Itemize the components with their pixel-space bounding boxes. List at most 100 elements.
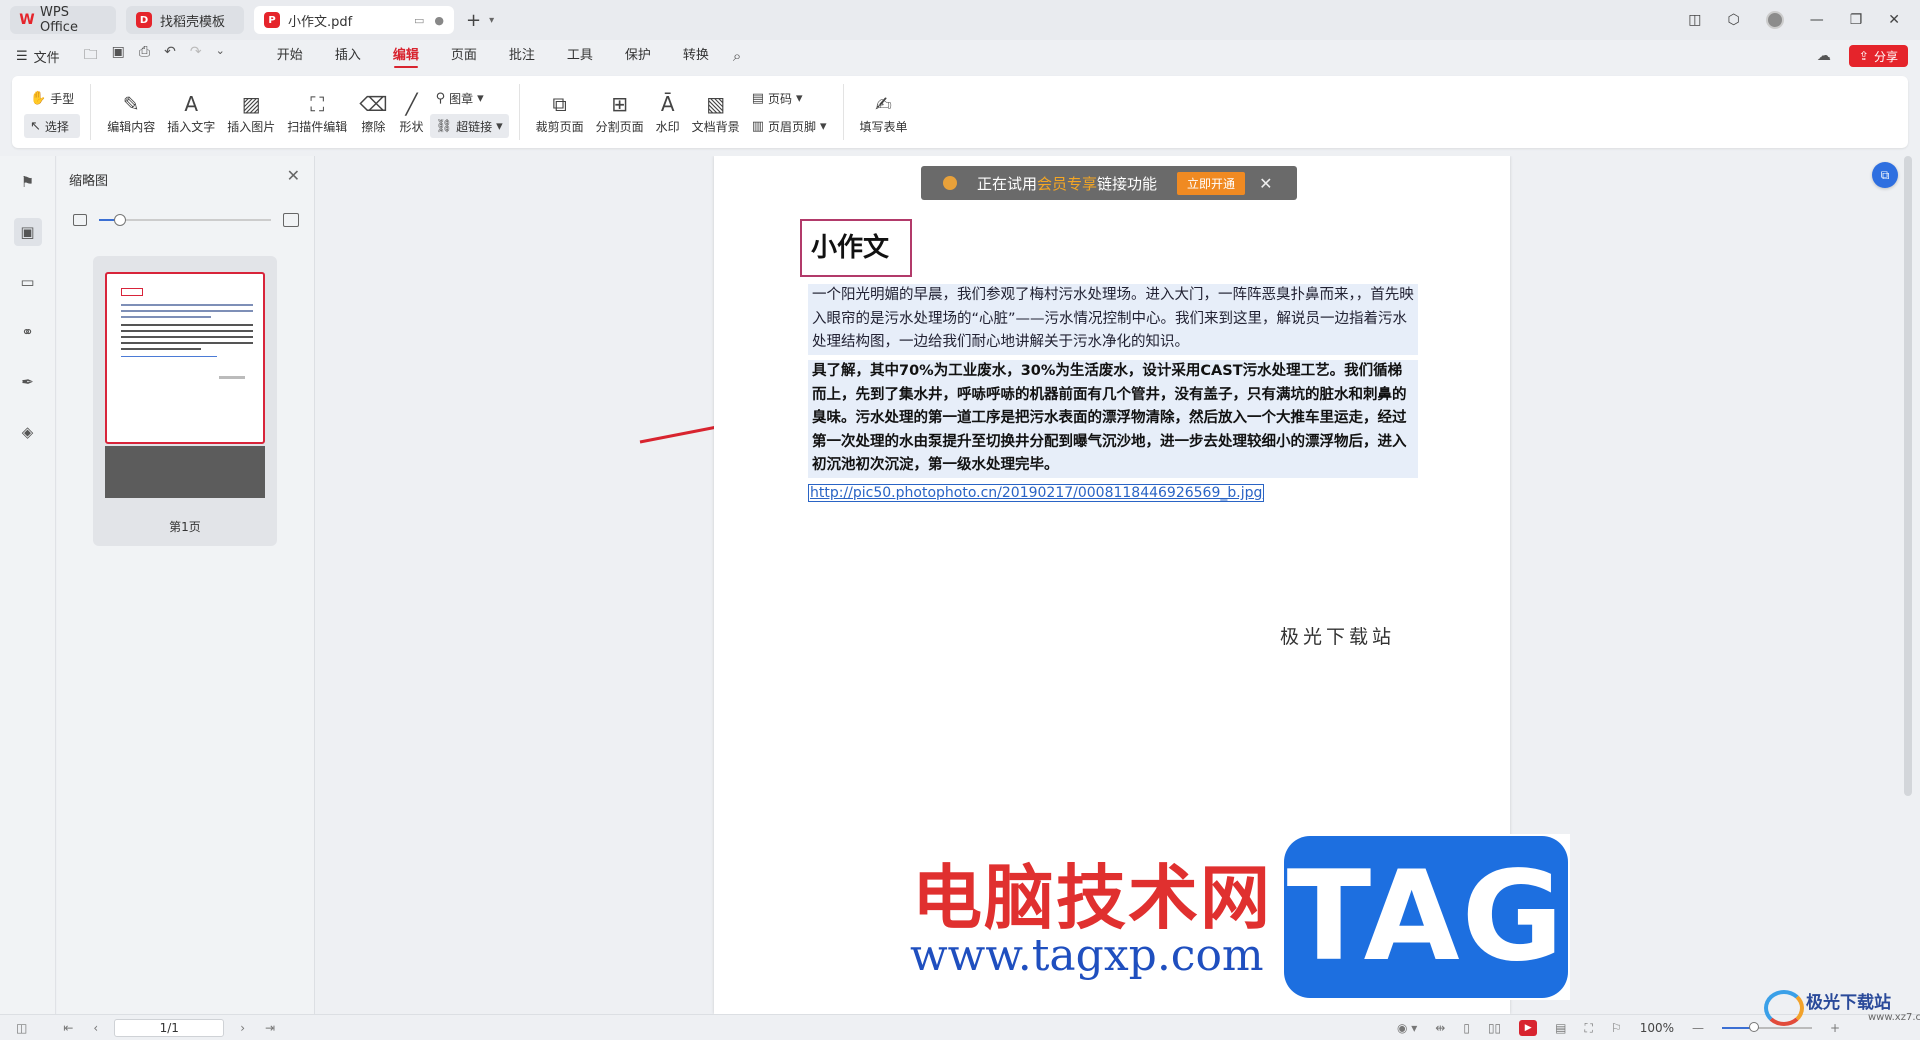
undo-icon[interactable]: ↶ xyxy=(164,44,176,68)
close-icon[interactable]: ✕ xyxy=(287,166,300,185)
thumbnail-panel: 缩略图 ✕ 第1页 xyxy=(57,156,315,1014)
slider-handle[interactable] xyxy=(113,214,126,226)
tab-protect[interactable]: 保护 xyxy=(609,40,667,72)
hand-tool-button[interactable]: ✋ 手型 xyxy=(24,86,80,110)
chevron-down-icon[interactable]: ⌄ xyxy=(216,44,225,68)
minimize-icon[interactable]: — xyxy=(1810,12,1824,28)
sidebar-toggle-icon[interactable]: ◫ xyxy=(16,1021,27,1035)
divider xyxy=(842,84,844,140)
new-tab-plus-icon[interactable]: + xyxy=(466,10,481,31)
document-title[interactable]: 小作文 xyxy=(800,219,912,277)
prev-page-icon[interactable]: ‹ xyxy=(93,1021,98,1035)
shape-button[interactable]: ╱ 形状 xyxy=(394,82,430,142)
tab-label: 找稻壳模板 xyxy=(160,14,226,30)
chevron-down-icon: ▾ xyxy=(496,118,503,134)
scan-edit-button[interactable]: ⛶ 扫描件编辑 xyxy=(281,82,353,142)
zoom-out-icon[interactable]: — xyxy=(1692,1021,1704,1035)
tab-convert[interactable]: 转换 xyxy=(667,40,725,72)
hyperlink-button[interactable]: ⛓ 超链接 ▾ xyxy=(429,114,509,138)
tab-label: 小作文.pdf xyxy=(288,14,353,30)
split-page-button[interactable]: ⊞ 分割页面 xyxy=(590,82,650,142)
paragraph-2[interactable]: 具了解，其中70%为工业废水，30%为生活废水，设计采用CAST污水处理工艺。我… xyxy=(808,360,1418,478)
site-logo-orb-icon xyxy=(1764,990,1804,1026)
layers-icon[interactable]: ◈ xyxy=(14,418,42,446)
file-menu[interactable]: ☰ 文件 xyxy=(16,47,60,66)
monitor-icon[interactable]: ▭ xyxy=(414,14,424,27)
save-icon[interactable]: ▣ xyxy=(112,44,125,68)
tab-tools[interactable]: 工具 xyxy=(551,40,609,72)
page-number-input[interactable] xyxy=(114,1018,225,1037)
redo-icon[interactable]: ↷ xyxy=(190,44,202,68)
single-page-icon[interactable]: ▯ xyxy=(1463,1021,1470,1035)
print-icon[interactable]: ⎙ xyxy=(139,44,150,68)
layout-icon[interactable]: ◫ xyxy=(1688,12,1701,28)
close-window-icon[interactable]: ✕ xyxy=(1888,12,1900,28)
status-bar: ◫ ⇤ ‹ › ⇥ ◉ ▾ ⇹ ▯ ▯▯ ▶ ▤ ⛶ ⚐ 100% — + xyxy=(0,1014,1920,1040)
shape-label: 形状 xyxy=(399,119,424,134)
next-page-icon[interactable]: › xyxy=(240,1021,245,1035)
bookmark-view-icon[interactable]: ⚐ xyxy=(1611,1021,1622,1035)
vertical-scrollbar[interactable] xyxy=(1904,156,1912,796)
restore-icon[interactable]: ❐ xyxy=(1850,12,1863,28)
double-page-icon[interactable]: ▯▯ xyxy=(1488,1021,1501,1035)
select-tool-button[interactable]: ↖ 选择 xyxy=(24,114,81,138)
bookmark-icon[interactable]: ⚑ xyxy=(14,168,42,196)
play-icon[interactable]: ▶ xyxy=(1519,1020,1538,1036)
small-image-icon[interactable] xyxy=(73,214,87,226)
fit-width-icon[interactable]: ⇹ xyxy=(1435,1021,1445,1035)
tab-page[interactable]: 页面 xyxy=(435,40,493,72)
zoom-level[interactable]: 100% xyxy=(1640,1021,1674,1035)
cube-icon[interactable]: ⬡ xyxy=(1727,12,1739,28)
tab-wps-office[interactable]: W WPS Office xyxy=(10,5,116,35)
hyperlink[interactable]: http://pic50.photophoto.cn/20190217/0008… xyxy=(808,484,1265,502)
thumbnail-icon[interactable]: ▣ xyxy=(13,218,42,246)
hand-label: 手型 xyxy=(50,91,75,106)
signature-icon[interactable]: ✒ xyxy=(14,368,42,396)
stamp-label: 图章 xyxy=(449,91,474,106)
large-image-icon[interactable] xyxy=(283,213,299,227)
continuous-icon[interactable]: ▤ xyxy=(1555,1021,1566,1035)
page-thumbnail[interactable] xyxy=(105,272,265,444)
cloud-icon[interactable]: ☁ xyxy=(1817,48,1831,64)
stamp-button[interactable]: ⚲ 图章 ▾ xyxy=(430,86,509,110)
doc-background-button[interactable]: ▧ 文档背景 xyxy=(686,82,746,142)
thumbnail-zoom-slider[interactable] xyxy=(99,214,271,226)
tab-insert[interactable]: 插入 xyxy=(319,40,377,72)
eye-mode-icon[interactable]: ◉ ▾ xyxy=(1397,1021,1417,1035)
last-page-icon[interactable]: ⇥ xyxy=(265,1021,275,1035)
attachment-icon[interactable]: ⚭ xyxy=(14,318,42,346)
page-thumbnail-card[interactable]: 第1页 xyxy=(93,256,277,546)
avatar[interactable] xyxy=(1765,11,1784,29)
search-icon[interactable]: ⌕ xyxy=(733,47,741,65)
tab-comment[interactable]: 批注 xyxy=(493,40,551,72)
thumb-overlay-region xyxy=(105,446,265,498)
tab-template[interactable]: D 找稻壳模板 xyxy=(126,6,244,34)
watermark-button[interactable]: Ā 水印 xyxy=(650,82,686,142)
share-button[interactable]: ⇪ 分享 xyxy=(1848,45,1908,67)
comment-icon[interactable]: ▭ xyxy=(14,268,42,296)
crop-page-button[interactable]: ⧉ 裁剪页面 xyxy=(530,82,590,142)
overlay-tag-logo: TAG xyxy=(1284,836,1568,998)
open-membership-button[interactable]: 立即开通 xyxy=(1177,171,1246,195)
float-tool-icon[interactable]: ⧉ xyxy=(1872,162,1898,188)
tab-start[interactable]: 开始 xyxy=(261,40,319,72)
fullscreen-icon[interactable]: ⛶ xyxy=(1585,1021,1593,1036)
insert-image-button[interactable]: ▨ 插入图片 xyxy=(221,82,281,142)
unsaved-dot-icon[interactable]: ● xyxy=(434,14,444,27)
header-footer-button[interactable]: ▥ 页眉页脚 ▾ xyxy=(746,114,833,138)
first-page-icon[interactable]: ⇤ xyxy=(63,1021,73,1035)
insert-text-button[interactable]: A 插入文字 xyxy=(161,82,221,142)
crop-page-label: 裁剪页面 xyxy=(535,119,584,134)
tab-pdf-document[interactable]: P 小作文.pdf ▭ ● xyxy=(254,6,454,34)
erase-button[interactable]: ⌫ 擦除 xyxy=(353,82,393,142)
open-folder-icon[interactable]: 🗀 xyxy=(84,44,98,68)
paragraph-1[interactable]: 一个阳光明媚的早晨，我们参观了梅村污水处理场。进入大门，一阵阵恶臭扑鼻而来，，首… xyxy=(808,284,1418,355)
fill-form-button[interactable]: ✍ 填写表单 xyxy=(854,82,914,142)
zoom-slider-handle[interactable] xyxy=(1748,1022,1759,1032)
edit-content-button[interactable]: ✎ 编辑内容 xyxy=(101,82,161,142)
page-number-button[interactable]: ▤ 页码 ▾ xyxy=(746,86,833,110)
tab-edit[interactable]: 编辑 xyxy=(377,40,435,72)
tab-list-chevron-icon[interactable]: ▾ xyxy=(489,15,494,26)
close-notice-icon[interactable]: ✕ xyxy=(1259,174,1272,193)
chevron-down-icon: ▾ xyxy=(820,118,827,134)
